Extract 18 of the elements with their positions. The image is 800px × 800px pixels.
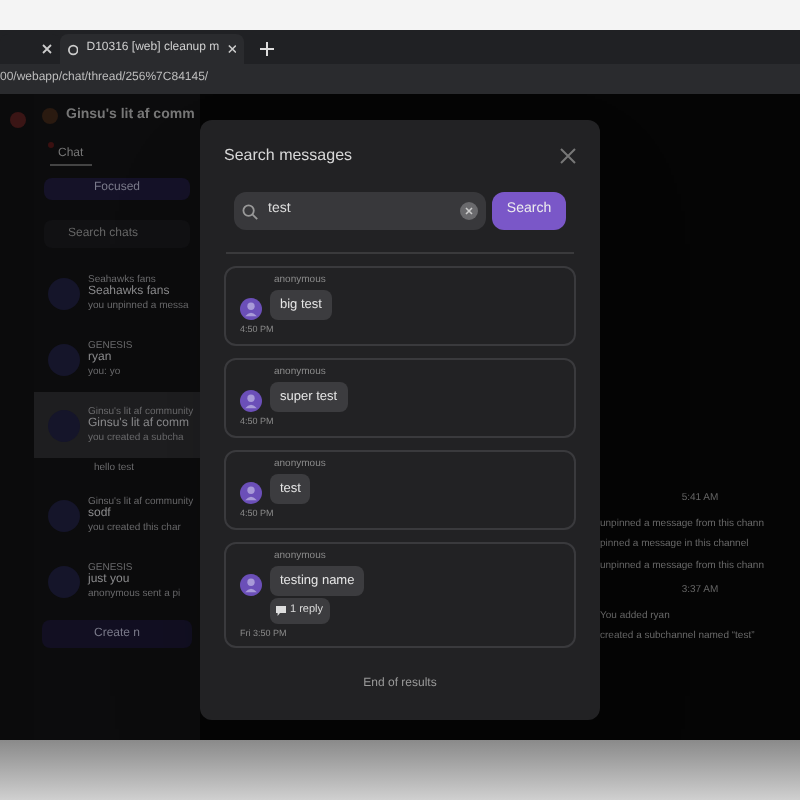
- search-icon: [242, 203, 258, 219]
- globe-icon: [68, 43, 79, 55]
- chat-avatar-icon: [48, 565, 80, 597]
- avatar-icon: [240, 573, 262, 595]
- avatar-icon: [240, 297, 262, 319]
- close-icon[interactable]: [227, 44, 236, 54]
- community-icon: [42, 108, 58, 124]
- app-logo-icon: [9, 112, 25, 128]
- dialog-title: Search messages: [224, 144, 353, 168]
- clear-icon[interactable]: [460, 202, 478, 220]
- chat-avatar-icon: [48, 499, 80, 531]
- close-icon[interactable]: [42, 44, 52, 54]
- chat-avatar-icon: [48, 277, 80, 309]
- avatar-icon: [240, 481, 262, 503]
- new-tab-icon[interactable]: [260, 42, 274, 56]
- avatar-icon: [240, 389, 262, 411]
- chat-bubble-icon: [276, 605, 286, 616]
- chat-avatar-icon: [48, 343, 80, 375]
